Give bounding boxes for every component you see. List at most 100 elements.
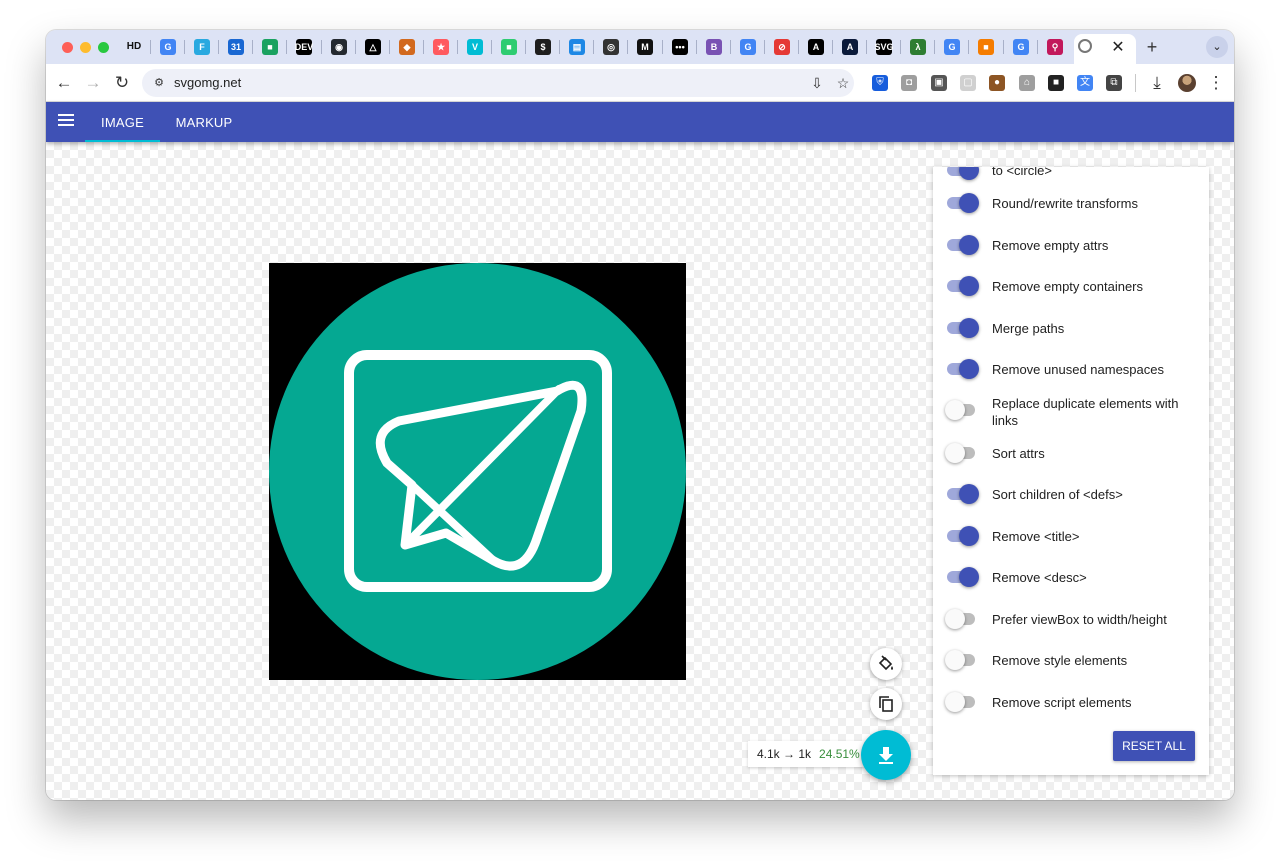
downloads-icon[interactable]: ⤓	[1146, 72, 1168, 94]
reset-all-button[interactable]: RESET ALL	[1113, 731, 1195, 761]
site-info-icon[interactable]: ⚙	[150, 74, 168, 92]
toolbar-divider	[1135, 74, 1136, 92]
back-button[interactable]: ←	[53, 72, 75, 94]
background-toggle-button[interactable]	[870, 648, 902, 680]
f-favicon[interactable]: F	[194, 39, 210, 55]
magnifier-favicon[interactable]: ⚲	[1047, 39, 1063, 55]
tab-markup[interactable]: MARKUP	[168, 102, 240, 142]
setting-row[interactable]: Remove style elements	[933, 650, 1209, 686]
blank-extension[interactable]: ▢	[960, 75, 976, 91]
extensions-menu[interactable]: ⧉	[1106, 75, 1122, 91]
green-square-favicon[interactable]: ■	[262, 39, 278, 55]
new-tab-button[interactable]: +	[1142, 36, 1162, 58]
google-favicon-2[interactable]: G	[740, 39, 756, 55]
a-favicon[interactable]: A	[808, 39, 824, 55]
svg-favicon[interactable]: SVG	[875, 39, 894, 55]
tab-separator	[968, 40, 969, 54]
v-favicon[interactable]: V	[467, 39, 483, 55]
setting-label: Merge paths	[992, 321, 1065, 336]
puzzle-dark-extension[interactable]: ■	[1048, 75, 1064, 91]
settings-panel: to <circle> Round/rewrite transforms Remov…	[933, 167, 1209, 775]
lambda-favicon[interactable]: λ	[910, 39, 926, 55]
toggle-thumb	[945, 400, 965, 420]
translate-extension[interactable]: 文	[1077, 75, 1093, 91]
toggle-thumb	[945, 443, 965, 463]
minimize-window-button[interactable]	[80, 42, 91, 53]
tab-separator	[1003, 40, 1004, 54]
reload-button[interactable]: ↻	[111, 72, 133, 94]
address-bar[interactable]: ⚙ svgomg.net ⇩ ☆	[142, 69, 854, 97]
browser-menu-icon[interactable]: ⋮	[1205, 72, 1227, 94]
setting-row[interactable]: Replace duplicate elements with links	[933, 396, 1209, 436]
tab-close-icon[interactable]: ✕	[1109, 39, 1127, 57]
dots-favicon[interactable]: •••	[672, 39, 688, 55]
setting-row[interactable]: Sort attrs	[933, 443, 1209, 479]
setting-row[interactable]: Merge paths	[933, 318, 1209, 354]
copy-button[interactable]	[870, 688, 902, 720]
google-favicon[interactable]: G	[160, 39, 176, 55]
orange-favicon[interactable]: ◆	[399, 39, 415, 55]
setting-row[interactable]: Remove <title>	[933, 526, 1209, 562]
close-window-button[interactable]	[62, 42, 73, 53]
browser-window: HD G F 31 ■ DEV ◉ △ ◆ ★ V ■ $ ▤ ◎ M ••• B G ⊘ A A SVG λ G ■ G ⚲ ✕ …	[46, 30, 1234, 800]
active-tab[interactable]: ✕	[1074, 34, 1136, 64]
star-favicon[interactable]: ★	[433, 39, 449, 55]
window-extension[interactable]: ▣	[931, 75, 947, 91]
browser-toolbar: ← → ↻ ⚙ svgomg.net ⇩ ☆ ⛨ ◘ ▣ ▢ ● ⌂ ■ 文 ⧉ ⤓ ⋮	[46, 64, 1234, 102]
triangle-favicon[interactable]: △	[365, 39, 381, 55]
tab-separator	[593, 40, 594, 54]
m-favicon[interactable]: M	[637, 39, 653, 55]
bitwarden-extension[interactable]: ⛨	[872, 75, 888, 91]
profile-avatar[interactable]	[1176, 72, 1198, 94]
hat-extension[interactable]: ⌂	[1019, 75, 1035, 91]
tab-separator	[934, 40, 935, 54]
camera-extension[interactable]: ◘	[901, 75, 917, 91]
setting-row[interactable]: Round/rewrite transforms	[933, 193, 1209, 229]
maximize-window-button[interactable]	[98, 42, 109, 53]
forward-button[interactable]: →	[82, 72, 104, 94]
tab-separator	[662, 40, 663, 54]
a-favicon-2[interactable]: A	[842, 39, 858, 55]
tab-separator	[355, 40, 356, 54]
google-favicon-4[interactable]: G	[1013, 39, 1029, 55]
github-favicon[interactable]: ◉	[331, 39, 347, 55]
tab-image[interactable]: IMAGE	[85, 102, 160, 142]
setting-label: Round/rewrite transforms	[992, 196, 1138, 211]
eye-favicon[interactable]: ◎	[603, 39, 619, 55]
download-fab[interactable]	[861, 730, 911, 780]
no-entry-favicon[interactable]: ⊘	[774, 39, 790, 55]
setting-row[interactable]: Remove unused namespaces	[933, 359, 1209, 395]
toggle-thumb	[959, 235, 979, 255]
tab-separator	[866, 40, 867, 54]
setting-row[interactable]: Remove <desc>	[933, 567, 1209, 603]
green-favicon-2[interactable]: ■	[501, 39, 517, 55]
calendar-favicon[interactable]: 31	[228, 39, 244, 55]
setting-row[interactable]: Remove empty containers	[933, 276, 1209, 312]
google-favicon-3[interactable]: G	[944, 39, 960, 55]
cookie-extension[interactable]: ●	[989, 75, 1005, 91]
orange-square-favicon[interactable]: ■	[978, 39, 994, 55]
setting-row[interactable]: Sort children of <defs>	[933, 484, 1209, 520]
setting-row[interactable]: Remove empty attrs	[933, 235, 1209, 271]
install-app-icon[interactable]: ⇩	[808, 74, 826, 92]
dev-favicon[interactable]: DEV	[295, 39, 313, 55]
setting-row[interactable]: to <circle>	[933, 167, 1209, 196]
toggle-thumb	[959, 567, 979, 587]
bootstrap-favicon[interactable]: B	[706, 39, 722, 55]
setting-label: Remove empty containers	[992, 279, 1144, 294]
blue-doc-favicon[interactable]: ▤	[569, 39, 585, 55]
dollar-favicon[interactable]: $	[535, 39, 551, 55]
tab-search-button[interactable]: ⌄	[1206, 36, 1228, 58]
tab-separator	[423, 40, 424, 54]
tab-separator	[525, 40, 526, 54]
bookmark-star-icon[interactable]: ☆	[834, 74, 852, 92]
toggle-thumb	[959, 318, 979, 338]
hamburger-menu-icon[interactable]	[58, 112, 74, 130]
tab-separator	[730, 40, 731, 54]
setting-row[interactable]: Remove script elements	[933, 692, 1209, 728]
setting-row[interactable]: Prefer viewBox to width/height	[933, 609, 1209, 645]
tab-separator	[1037, 40, 1038, 54]
toggle-thumb	[945, 609, 965, 629]
url-text[interactable]: svgomg.net	[174, 75, 241, 90]
hd-favicon[interactable]: HD	[126, 39, 142, 55]
